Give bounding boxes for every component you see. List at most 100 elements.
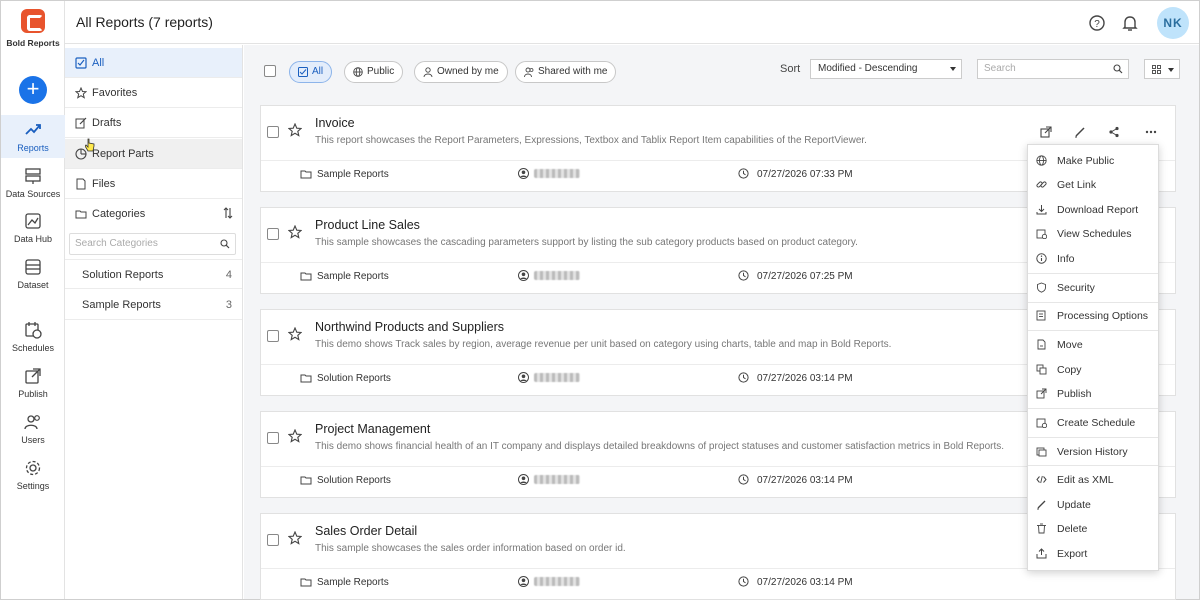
- favorite-star-icon[interactable]: [288, 531, 302, 545]
- filter-chip-all[interactable]: All: [289, 61, 333, 83]
- nav-item-drafts[interactable]: Drafts: [65, 108, 242, 138]
- report-checkbox[interactable]: [267, 126, 279, 138]
- owner-icon: [518, 168, 529, 179]
- menu-item-version-history[interactable]: Version History: [1028, 440, 1158, 464]
- menu-item-processing-options[interactable]: Processing Options: [1028, 304, 1158, 328]
- menu-item-move[interactable]: Move: [1028, 333, 1158, 357]
- category-item[interactable]: Solution Reports 4: [65, 259, 242, 289]
- category-search-input[interactable]: Search Categories: [69, 233, 236, 255]
- rail-item-data-sources[interactable]: Data Sources: [1, 167, 65, 199]
- notification-bell-icon[interactable]: [1121, 14, 1139, 32]
- create-new-button[interactable]: +: [19, 76, 47, 104]
- menu-item-security[interactable]: Security: [1028, 276, 1158, 300]
- report-title[interactable]: Sales Order Detail: [315, 524, 417, 538]
- report-title[interactable]: Northwind Products and Suppliers: [315, 320, 504, 334]
- nav-item-categories[interactable]: Categories: [65, 199, 242, 229]
- rail-item-schedules[interactable]: Schedules: [1, 321, 65, 353]
- edit-icon[interactable]: [1074, 126, 1086, 138]
- download-icon: [1036, 205, 1047, 215]
- nav-item-label: Report Parts: [92, 148, 154, 160]
- nav-item-all[interactable]: All: [65, 48, 242, 78]
- report-description: This demo shows financial health of an I…: [315, 441, 1005, 452]
- favorite-star-icon[interactable]: [288, 225, 302, 239]
- search-input[interactable]: Search: [977, 59, 1129, 79]
- owner-icon: [518, 576, 529, 587]
- filter-chip-public[interactable]: Public: [344, 61, 404, 83]
- menu-item-export[interactable]: Export: [1028, 542, 1158, 566]
- rail-item-dataset[interactable]: Dataset: [1, 258, 65, 290]
- menu-item-label: Move: [1057, 339, 1083, 351]
- help-icon[interactable]: ?: [1088, 14, 1106, 32]
- report-checkbox[interactable]: [267, 534, 279, 546]
- menu-item-make-public[interactable]: Make Public: [1028, 149, 1158, 173]
- report-description: This sample showcases the sales order in…: [315, 543, 626, 554]
- favorite-star-icon[interactable]: [288, 123, 302, 137]
- report-modified-date: 07/27/2026 03:14 PM: [757, 577, 853, 588]
- sort-dropdown[interactable]: Modified - Descending: [810, 59, 962, 79]
- menu-item-edit-as-xml[interactable]: Edit as XML: [1028, 468, 1158, 492]
- owner-name-redacted: [534, 169, 580, 178]
- report-title[interactable]: Product Line Sales: [315, 218, 420, 232]
- menu-item-label: Delete: [1057, 523, 1088, 535]
- nav-item-files[interactable]: Files: [65, 169, 242, 199]
- menu-item-view-schedules[interactable]: View Schedules: [1028, 222, 1158, 246]
- category-item[interactable]: Sample Reports 3: [65, 290, 242, 320]
- report-category: Sample Reports: [317, 169, 389, 180]
- filter-chip-shared-with-me[interactable]: Shared with me: [515, 61, 617, 83]
- report-checkbox[interactable]: [267, 228, 279, 240]
- nav-item-label: All: [92, 57, 105, 69]
- publish-icon: [1036, 388, 1047, 399]
- menu-item-download-report[interactable]: Download Report: [1028, 198, 1158, 222]
- report-title[interactable]: Project Management: [315, 422, 430, 436]
- menu-item-update[interactable]: Update: [1028, 493, 1158, 517]
- menu-item-create-schedule[interactable]: Create Schedule: [1028, 411, 1158, 435]
- menu-item-get-link[interactable]: Get Link: [1028, 173, 1158, 197]
- edit-icon: [1037, 500, 1046, 510]
- menu-item-publish[interactable]: Publish: [1028, 382, 1158, 406]
- report-checkbox[interactable]: [267, 432, 279, 444]
- globe-icon: [353, 67, 363, 77]
- report-title[interactable]: Invoice: [315, 116, 355, 130]
- open-external-icon[interactable]: [1040, 126, 1052, 138]
- filter-chip-label: Owned by me: [437, 66, 499, 77]
- mouse-cursor-icon: [85, 138, 95, 152]
- user-avatar[interactable]: NK: [1157, 7, 1189, 39]
- select-all-checkbox[interactable]: [264, 65, 276, 77]
- share-icon[interactable]: [1108, 126, 1120, 138]
- rail-item-data-hub[interactable]: Data Hub: [1, 212, 65, 244]
- nav-item-label: Drafts: [92, 117, 122, 129]
- owner-icon: [518, 270, 529, 281]
- chevron-down-icon: [950, 67, 956, 71]
- filter-chip-owned-by-me[interactable]: Owned by me: [414, 61, 508, 83]
- rail-item-label: Reports: [17, 143, 49, 153]
- rail-item-users[interactable]: Users: [1, 413, 65, 445]
- users-icon: [24, 415, 40, 430]
- report-checkbox[interactable]: [267, 330, 279, 342]
- rail-item-publish[interactable]: Publish: [1, 367, 65, 399]
- rail-item-settings[interactable]: Settings: [1, 459, 65, 491]
- menu-item-info[interactable]: Info: [1028, 247, 1158, 271]
- category-count: 4: [225, 269, 232, 281]
- menu-item-delete[interactable]: Delete: [1028, 517, 1158, 541]
- search-icon: [220, 239, 230, 249]
- more-options-icon[interactable]: [1145, 126, 1157, 138]
- rail-item-label: Publish: [18, 389, 48, 399]
- report-description: This demo shows Track sales by region, a…: [315, 339, 892, 350]
- clock-icon: [738, 270, 749, 281]
- app-logo[interactable]: Bold Reports: [1, 9, 65, 48]
- rail-item-reports[interactable]: Reports: [1, 115, 65, 158]
- publish-icon: [25, 368, 41, 384]
- favorite-star-icon[interactable]: [288, 327, 302, 341]
- trash-icon: [1037, 523, 1046, 534]
- report-modified-date: 07/27/2026 07:25 PM: [757, 271, 853, 282]
- favorite-star-icon[interactable]: [288, 429, 302, 443]
- view-toggle-button[interactable]: [1144, 59, 1180, 79]
- top-header: All Reports (7 reports) ? NK: [65, 1, 1199, 44]
- nav-item-favorites[interactable]: Favorites: [65, 78, 242, 108]
- folder-icon: [300, 272, 312, 281]
- menu-item-copy[interactable]: Copy: [1028, 358, 1158, 382]
- rail-item-label: Data Sources: [5, 189, 61, 199]
- info-icon: [1036, 253, 1047, 264]
- owner-name-redacted: [534, 271, 580, 280]
- sort-toggle-icon[interactable]: [222, 207, 234, 219]
